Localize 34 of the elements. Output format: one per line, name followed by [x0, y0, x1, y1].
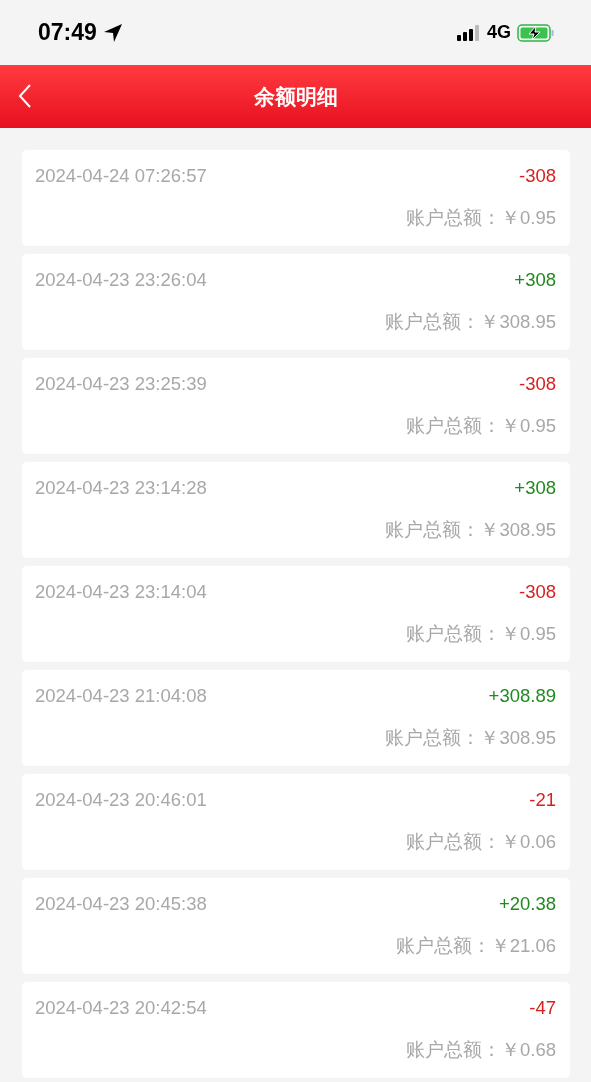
record-amount: -308	[518, 165, 556, 187]
account-balance: 账户总额：￥0.68	[406, 1038, 556, 1062]
record-time: 2024-04-23 20:42:54	[35, 997, 207, 1019]
record-time: 2024-04-23 23:25:39	[35, 373, 207, 395]
record-amount: +20.38	[498, 893, 556, 915]
account-balance: 账户总额：￥0.95	[406, 414, 556, 438]
record-amount: -308	[518, 373, 556, 395]
record-amount: -308	[518, 581, 556, 603]
record-time: 2024-04-23 20:45:38	[35, 893, 207, 915]
record-amount: +308	[514, 477, 556, 499]
back-icon[interactable]	[18, 83, 32, 109]
record-time: 2024-04-23 21:04:08	[35, 685, 207, 707]
account-balance: 账户总额：￥21.06	[395, 934, 556, 958]
battery-charging-icon	[517, 22, 555, 43]
signal-icon	[457, 24, 481, 41]
record-time: 2024-04-23 23:14:28	[35, 477, 207, 499]
account-balance: 账户总额：￥308.95	[385, 518, 556, 542]
page-title: 余额明细	[253, 83, 338, 110]
location-arrow-icon	[102, 22, 123, 43]
account-balance: 账户总额：￥0.06	[406, 830, 556, 854]
account-balance: 账户总额：￥308.95	[385, 726, 556, 750]
account-balance: 账户总额：￥308.95	[385, 310, 556, 334]
record-amount: +308.89	[488, 685, 556, 707]
account-balance: 账户总额：￥0.95	[406, 622, 556, 646]
record-time: 2024-04-23 23:26:04	[35, 269, 207, 291]
record-amount: +308	[514, 269, 556, 291]
network-label: 4G	[487, 22, 511, 43]
record-amount: -47	[529, 997, 556, 1019]
record-amount: -21	[529, 789, 556, 811]
record-time: 2024-04-24 07:26:57	[35, 165, 207, 187]
record-time: 2024-04-23 20:46:01	[35, 789, 207, 811]
status-time: 07:49	[38, 19, 97, 46]
account-balance: 账户总额：￥0.95	[406, 206, 556, 230]
record-time: 2024-04-23 23:14:04	[35, 581, 207, 603]
